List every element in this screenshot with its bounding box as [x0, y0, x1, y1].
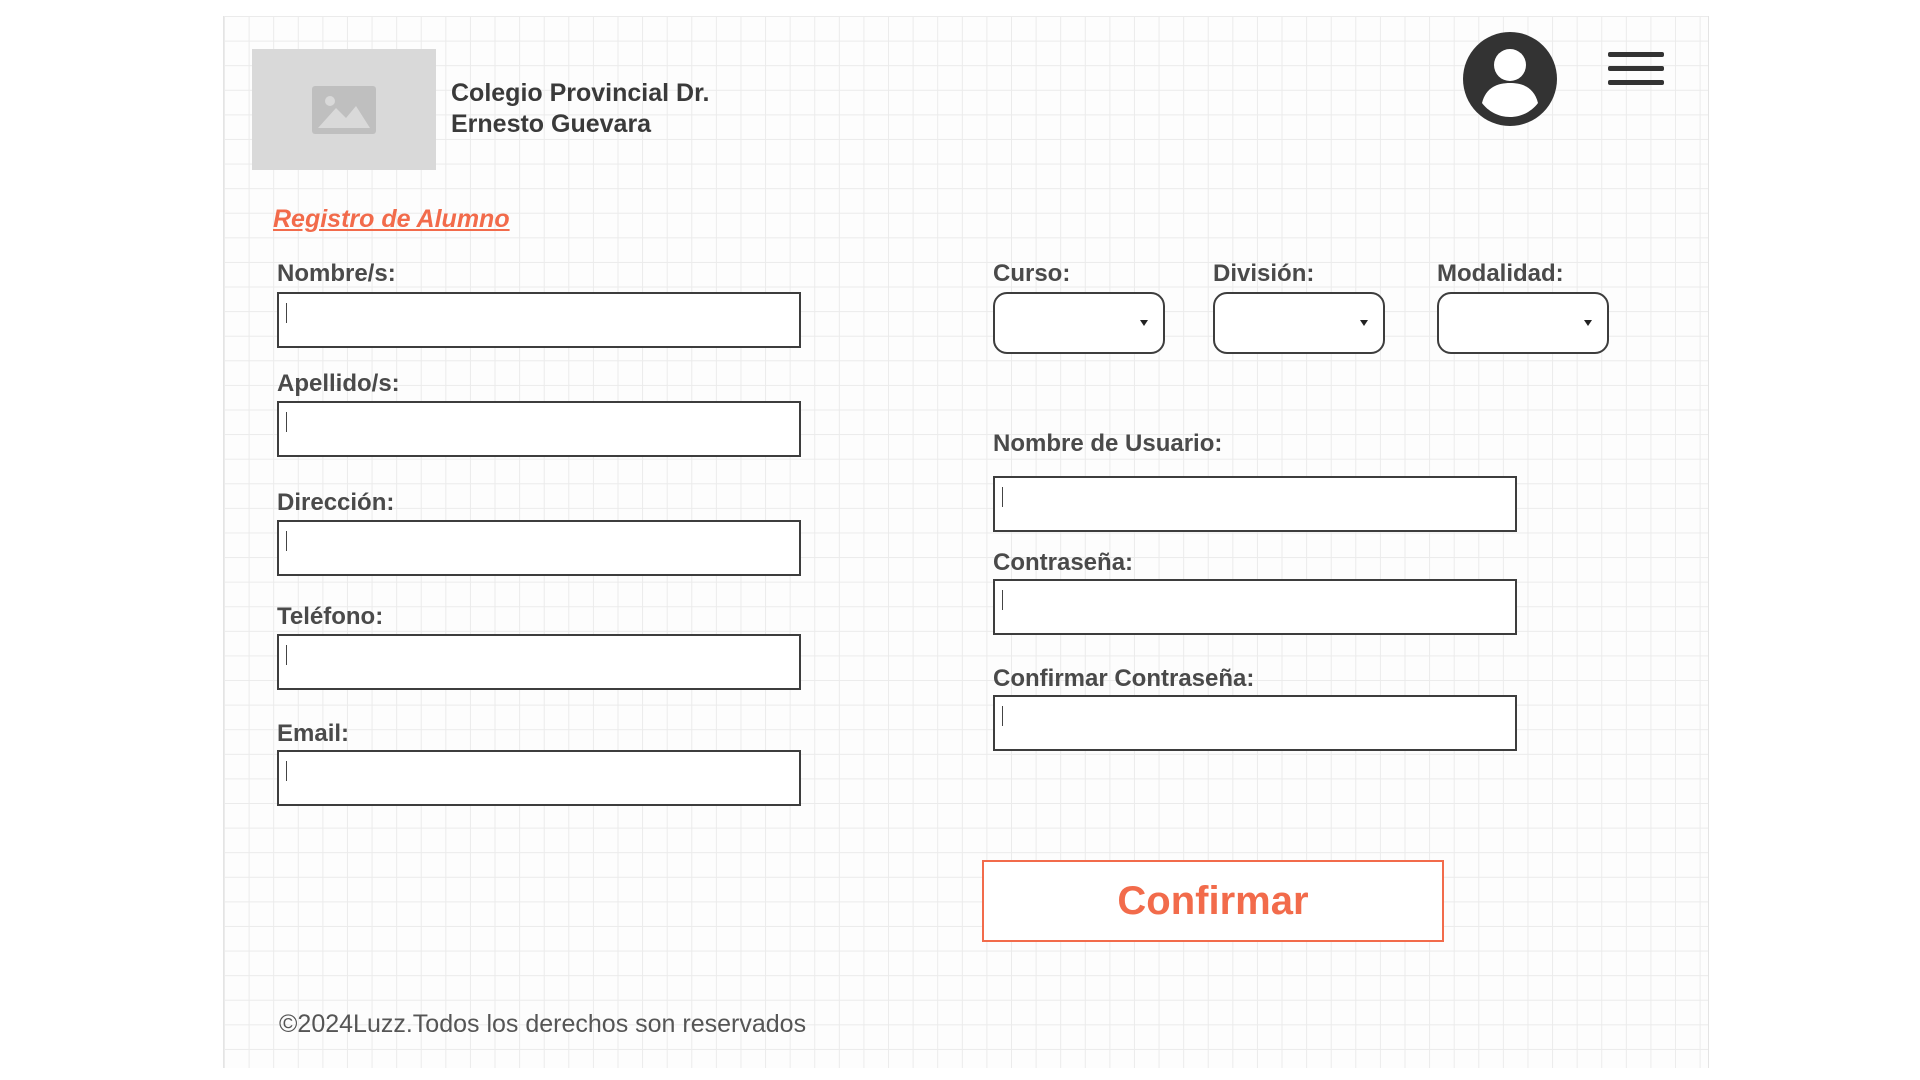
division-label: División: — [1213, 260, 1315, 287]
text-caret — [1002, 590, 1003, 610]
text-caret — [286, 531, 287, 551]
direccion-input[interactable] — [277, 520, 801, 576]
curso-select[interactable] — [993, 292, 1165, 354]
school-logo-placeholder — [252, 49, 436, 170]
email-label: Email: — [277, 720, 350, 747]
contrasena-input[interactable] — [993, 579, 1517, 635]
direccion-label: Dirección: — [277, 489, 395, 516]
image-placeholder-icon — [312, 85, 376, 134]
form-title[interactable]: Registro de Alumno — [273, 205, 510, 234]
modalidad-label: Modalidad: — [1437, 260, 1564, 287]
confirmar-contrasena-input[interactable] — [993, 695, 1517, 751]
text-caret — [286, 303, 287, 323]
text-caret — [286, 645, 287, 665]
telefono-input[interactable] — [277, 634, 801, 690]
division-select[interactable] — [1213, 292, 1385, 354]
nombres-input[interactable] — [277, 292, 801, 348]
school-name: Colegio Provincial Dr. Ernesto Guevara — [451, 78, 709, 140]
text-caret — [286, 412, 287, 432]
telefono-label: Teléfono: — [277, 603, 384, 630]
text-caret — [286, 761, 287, 781]
dropdown-arrow-icon — [1360, 320, 1368, 326]
user-circle-icon[interactable] — [1462, 31, 1558, 127]
usuario-input[interactable] — [993, 476, 1517, 532]
confirmar-contrasena-label: Confirmar Contraseña: — [993, 665, 1255, 692]
modalidad-select[interactable] — [1437, 292, 1609, 354]
contrasena-label: Contraseña: — [993, 549, 1134, 576]
text-caret — [1002, 487, 1003, 507]
confirm-button[interactable]: Confirmar — [982, 860, 1444, 942]
email-input[interactable] — [277, 750, 801, 806]
apellidos-label: Apellido/s: — [277, 370, 400, 397]
apellidos-input[interactable] — [277, 401, 801, 457]
nombres-label: Nombre/s: — [277, 260, 396, 287]
text-caret — [1002, 706, 1003, 726]
dropdown-arrow-icon — [1140, 320, 1148, 326]
hamburger-menu-icon[interactable] — [1608, 52, 1664, 92]
school-name-line2: Ernesto Guevara — [451, 110, 652, 138]
curso-label: Curso: — [993, 260, 1071, 287]
usuario-label: Nombre de Usuario: — [993, 430, 1223, 457]
dropdown-arrow-icon — [1584, 320, 1592, 326]
footer-copyright: ©2024Luzz.Todos los derechos son reserva… — [279, 1010, 807, 1038]
school-name-line1: Colegio Provincial Dr. — [451, 79, 710, 107]
